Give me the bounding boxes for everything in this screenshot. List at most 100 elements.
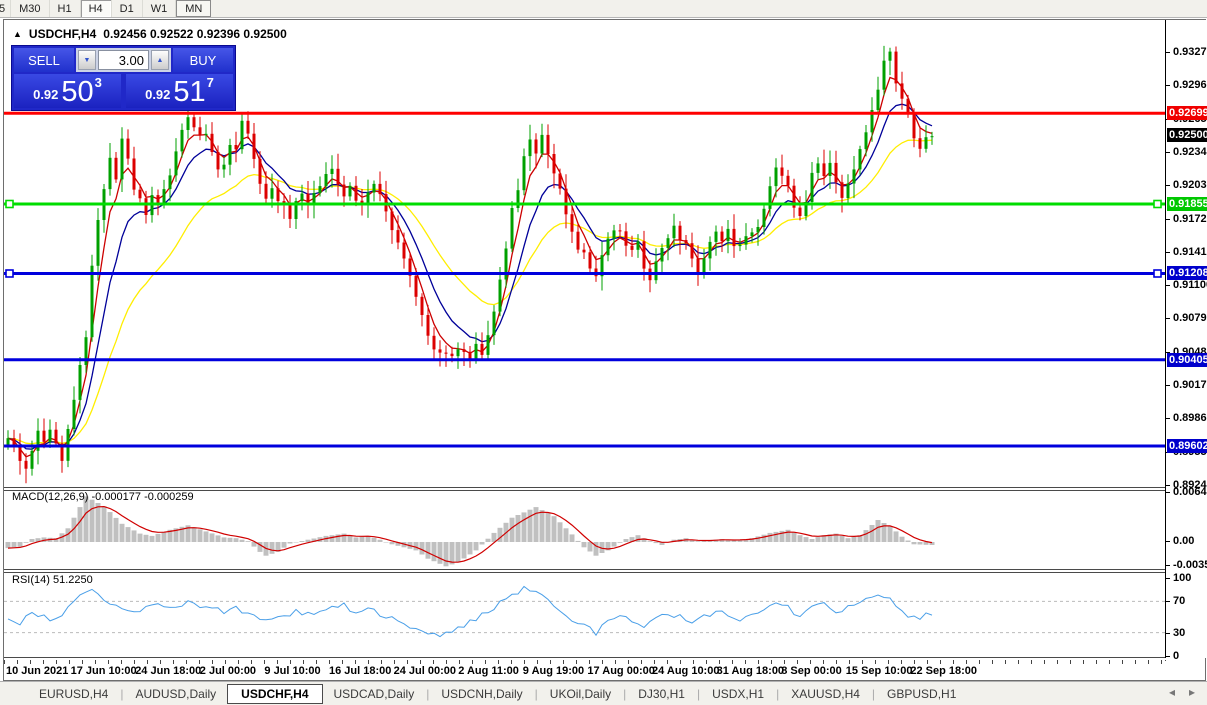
rsi-pane	[4, 572, 1165, 657]
macd-histogram-bar	[576, 541, 581, 542]
macd-histogram-bar	[456, 542, 461, 563]
macd-histogram-bar	[108, 512, 113, 542]
macd-histogram-bar	[894, 531, 899, 542]
axis-tick	[1166, 485, 1170, 486]
volume-decrease-button[interactable]: ▼	[78, 50, 96, 70]
chart-tab-dj30[interactable]: DJ30,H1	[627, 684, 696, 704]
candle-body	[475, 344, 478, 359]
timeframe-button-h4[interactable]: H4	[81, 0, 112, 17]
timeframe-button-d1[interactable]: D1	[112, 0, 143, 17]
sell-button[interactable]: SELL	[14, 48, 74, 72]
macd-histogram-bar	[78, 507, 83, 542]
chart-tab-audusd[interactable]: AUDUSD,Daily	[124, 684, 227, 704]
candle-body	[727, 229, 730, 241]
line-handle[interactable]	[1154, 200, 1161, 207]
rsi-tick-label: 70	[1173, 595, 1185, 607]
line-handle[interactable]	[6, 200, 13, 207]
one-click-trading-panel: SELL ▼ 3.00 ▲ BUY 0.92 50 3 0.92 51 7	[11, 45, 236, 111]
candle-body	[463, 349, 466, 352]
sell-price-point: 3	[95, 75, 102, 90]
timeframe-button-5[interactable]: 5	[0, 0, 11, 17]
price-tick-label: 0.92030	[1173, 179, 1207, 191]
timeframe-button-h1[interactable]: H1	[50, 0, 81, 17]
chart-tab-usdcad[interactable]: USDCAD,Daily	[323, 684, 426, 704]
candle-body	[787, 176, 790, 186]
candle-body	[127, 139, 130, 159]
chart-tab-eurusd[interactable]: EURUSD,H4	[28, 684, 119, 704]
macd-histogram-bar	[222, 537, 227, 542]
ma-slow-line	[8, 140, 932, 444]
candle-body	[235, 145, 238, 149]
timeframe-button-m30[interactable]: M30	[11, 0, 49, 17]
candle-body	[265, 184, 268, 199]
timeframe-button-mn[interactable]: MN	[176, 0, 211, 17]
macd-histogram-bar	[624, 539, 629, 542]
macd-histogram-bar	[234, 538, 239, 542]
candle-body	[841, 182, 844, 198]
macd-histogram-bar	[552, 516, 557, 542]
price-tick-label: 0.91410	[1173, 246, 1207, 258]
chart-tab-xauusd[interactable]: XAUUSD,H4	[780, 684, 871, 704]
collapse-triangle-icon[interactable]: ▲	[13, 29, 22, 39]
chart-tab-usdchf[interactable]: USDCHF,H4	[227, 684, 322, 704]
candle-body	[535, 140, 538, 154]
chart-tab-bar: EURUSD,H4|AUDUSD,DailyUSDCHF,H4USDCAD,Da…	[0, 681, 1207, 705]
candle-body	[829, 163, 832, 176]
macd-histogram-bar	[486, 539, 491, 542]
price-tick-label: 0.89860	[1173, 412, 1207, 424]
buy-button[interactable]: BUY	[173, 48, 233, 72]
macd-histogram-bar	[288, 542, 293, 544]
macd-tick-label: -0.003502	[1173, 559, 1207, 571]
chart-tab-usdcnh[interactable]: USDCNH,Daily	[430, 684, 533, 704]
volume-input[interactable]: 3.00	[98, 50, 149, 70]
time-axis-label: 17 Jun 10:00	[71, 665, 137, 677]
macd-tick-label: 0.00	[1173, 535, 1194, 547]
macd-histogram-bar	[870, 525, 875, 542]
price-tick-label: 0.91100	[1173, 279, 1207, 291]
candle-body	[715, 232, 718, 242]
candle-body	[91, 266, 94, 338]
candle-body	[655, 261, 658, 280]
candle-body	[661, 248, 664, 262]
axis-tick	[1166, 418, 1170, 419]
rsi-tick-label: 30	[1173, 627, 1185, 639]
candle-body	[667, 238, 670, 248]
candle-body	[253, 134, 256, 159]
axis-tick	[1166, 601, 1170, 602]
axis-tick	[1166, 219, 1170, 220]
candle-body	[607, 239, 610, 256]
axis-tick	[1166, 52, 1170, 53]
sell-price-tile[interactable]: 0.92 50 3	[14, 74, 121, 108]
macd-histogram-bar	[564, 528, 569, 542]
macd-histogram-bar	[372, 538, 377, 542]
chart-tab-gbpusd[interactable]: GBPUSD,H1	[876, 684, 967, 704]
candle-body	[553, 154, 556, 173]
candle-body	[415, 276, 418, 297]
macd-tick-label: 0.006451	[1173, 486, 1207, 498]
macd-histogram-bar	[426, 542, 431, 559]
tab-scroll-right-icon[interactable]: ▸	[1189, 685, 1195, 699]
line-handle[interactable]	[6, 270, 13, 277]
candle-body	[349, 186, 352, 197]
price-badge: 0.89602	[1167, 439, 1207, 453]
macd-histogram-bar	[90, 500, 95, 542]
candle-body	[247, 121, 250, 134]
chart-tab-ukoil[interactable]: UKOil,Daily	[539, 684, 622, 704]
buy-price-tile[interactable]: 0.92 51 7	[126, 74, 233, 108]
macd-histogram-bar	[240, 540, 245, 542]
price-tick-label: 0.90170	[1173, 379, 1207, 391]
candle-body	[13, 438, 16, 445]
time-axis-label: 31 Aug 18:00	[717, 665, 784, 677]
macd-histogram-bar	[294, 542, 299, 543]
macd-histogram-bar	[618, 542, 623, 543]
chart-tab-usdx[interactable]: USDX,H1	[701, 684, 775, 704]
macd-histogram-bar	[384, 542, 389, 543]
timeframe-button-w1[interactable]: W1	[143, 0, 177, 17]
macd-histogram-bar	[582, 542, 587, 547]
line-handle[interactable]	[1154, 270, 1161, 277]
axis-tick	[1166, 318, 1170, 319]
macd-histogram-bar	[432, 542, 437, 561]
volume-increase-button[interactable]: ▲	[151, 50, 169, 70]
tab-scroll-left-icon[interactable]: ◂	[1169, 685, 1175, 699]
candle-body	[97, 220, 100, 266]
